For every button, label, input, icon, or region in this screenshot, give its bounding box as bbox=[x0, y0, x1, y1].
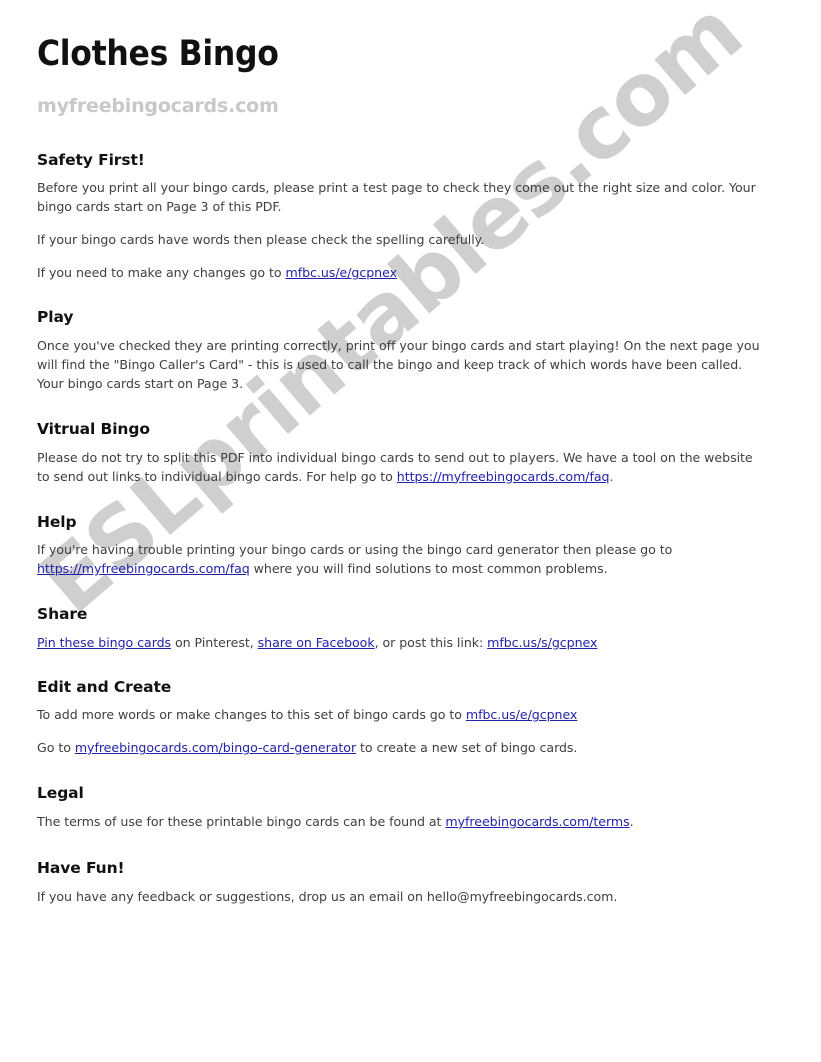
heading-virtual-bingo: Vitrual Bingo bbox=[37, 419, 150, 438]
section-virtual-bingo: Vitrual Bingo Please do not try to split… bbox=[37, 420, 767, 486]
link-edit-cards[interactable]: mfbc.us/e/gcpnex bbox=[466, 707, 578, 722]
heading-help: Help bbox=[37, 512, 77, 531]
safety-paragraph-1: Before you print all your bingo cards, p… bbox=[37, 180, 756, 215]
section-edit-and-create: Edit and Create To add more words or mak… bbox=[37, 678, 767, 758]
safety-paragraph-3: If you need to make any changes go to mf… bbox=[37, 263, 767, 282]
page-title: Clothes Bingo bbox=[37, 34, 279, 74]
safety-p3-text-before: If you need to make any changes go to bbox=[37, 265, 286, 281]
section-help: Help If you're having trouble printing y… bbox=[37, 513, 767, 579]
heading-safety-first: Safety First! bbox=[37, 150, 145, 169]
link-edit-cards-safety[interactable]: mfbc.us/e/gcpnex bbox=[286, 265, 398, 280]
link-faq-help[interactable]: https://myfreebingocards.com/faq bbox=[37, 561, 250, 576]
legal-paragraph-1: The terms of use for these printable bin… bbox=[37, 812, 767, 831]
section-share: Share Pin these bingo cards on Pinterest… bbox=[37, 605, 767, 652]
safety-paragraph-2: If your bingo cards have words then plea… bbox=[37, 232, 485, 248]
link-share-short-url[interactable]: mfbc.us/s/gcpnex bbox=[487, 635, 597, 650]
edit-paragraph-2: Go to myfreebingocards.com/bingo-card-ge… bbox=[37, 738, 767, 757]
section-legal: Legal The terms of use for these printab… bbox=[37, 784, 767, 831]
document-page: Clothes Bingo myfreebingocards.com Safet… bbox=[0, 0, 821, 1062]
heading-edit-and-create: Edit and Create bbox=[37, 677, 172, 696]
heading-play: Play bbox=[37, 308, 74, 327]
share-text-mid-1: on Pinterest, bbox=[171, 634, 258, 650]
share-paragraph-1: Pin these bingo cards on Pinterest, shar… bbox=[37, 633, 767, 652]
edit-p2-text-after: to create a new set of bingo cards. bbox=[356, 740, 578, 756]
edit-p1-text-before: To add more words or make changes to thi… bbox=[37, 707, 466, 723]
help-text-before: If you're having trouble printing your b… bbox=[37, 542, 673, 558]
document-content: Clothes Bingo myfreebingocards.com Safet… bbox=[37, 36, 767, 906]
play-paragraph-1: Once you've checked they are printing co… bbox=[37, 337, 760, 391]
heading-have-fun: Have Fun! bbox=[37, 858, 125, 877]
heading-share: Share bbox=[37, 605, 88, 624]
section-safety-first: Safety First! Before you print all your … bbox=[37, 151, 767, 283]
link-terms[interactable]: myfreebingocards.com/terms bbox=[445, 814, 629, 829]
link-faq-virtual[interactable]: https://myfreebingocards.com/faq bbox=[397, 469, 610, 484]
virtual-paragraph-1: Please do not try to split this PDF into… bbox=[37, 448, 767, 486]
section-play: Play Once you've checked they are printi… bbox=[37, 308, 767, 393]
legal-text-after: . bbox=[629, 813, 634, 829]
heading-legal: Legal bbox=[37, 784, 84, 803]
legal-text-before: The terms of use for these printable bin… bbox=[37, 813, 446, 829]
virtual-text-before: Please do not try to split this PDF into… bbox=[37, 449, 753, 484]
edit-p2-text-before: Go to bbox=[37, 740, 75, 756]
site-subtitle: myfreebingocards.com bbox=[37, 94, 279, 117]
link-share-facebook[interactable]: share on Facebook bbox=[258, 635, 375, 650]
virtual-text-after: . bbox=[609, 468, 614, 484]
link-pin-pinterest[interactable]: Pin these bingo cards bbox=[37, 635, 171, 650]
link-bingo-card-generator[interactable]: myfreebingocards.com/bingo-card-generato… bbox=[75, 740, 356, 755]
help-text-after: where you will find solutions to most co… bbox=[249, 561, 608, 577]
help-paragraph-1: If you're having trouble printing your b… bbox=[37, 540, 767, 578]
section-have-fun: Have Fun! If you have any feedback or su… bbox=[37, 859, 767, 906]
fun-paragraph-1: If you have any feedback or suggestions,… bbox=[37, 888, 618, 904]
share-text-mid-2: , or post this link: bbox=[374, 634, 488, 650]
edit-paragraph-1: To add more words or make changes to thi… bbox=[37, 705, 767, 724]
